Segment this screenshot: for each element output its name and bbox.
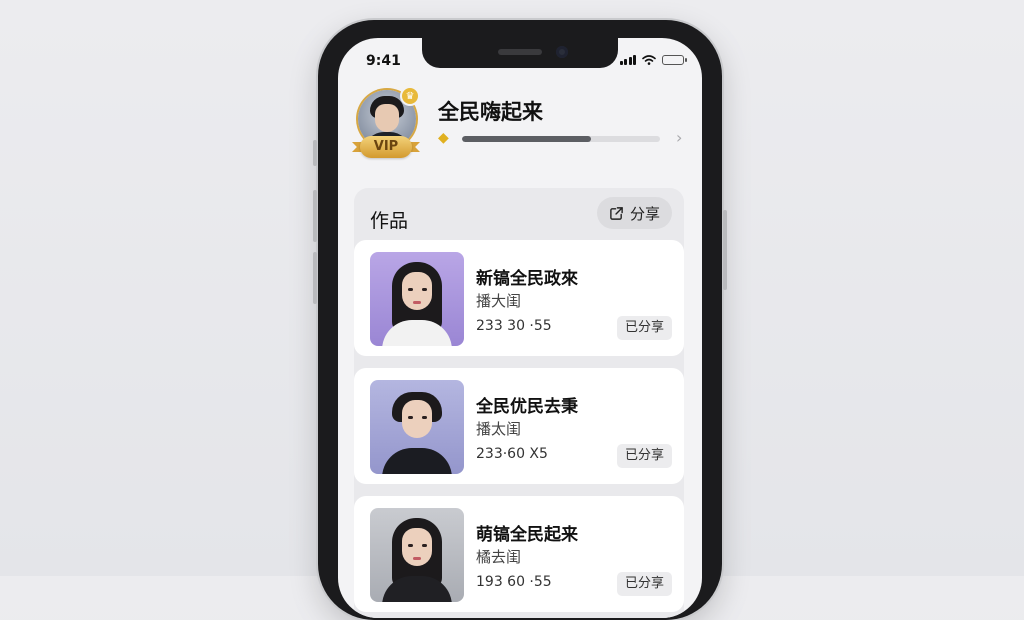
level-progress-bar	[462, 136, 660, 142]
username: 全民嗨起来	[438, 100, 543, 124]
work-meta: 233·60 X5	[476, 446, 548, 462]
work-thumbnail[interactable]	[370, 380, 464, 474]
work-thumbnail[interactable]	[370, 252, 464, 346]
avatar-group[interactable]: ♛ VIP	[352, 88, 426, 170]
work-title: 萌镐全民起来	[476, 525, 578, 545]
speaker-grille	[498, 49, 542, 55]
level-progress-fill	[462, 136, 591, 142]
work-meta: 233 30 ·55	[476, 318, 552, 334]
signal-icon	[619, 55, 636, 65]
volume-up-button	[313, 190, 317, 242]
work-subtitle: 播大闺	[476, 292, 522, 310]
shared-badge: 已分享	[616, 316, 672, 340]
crown-icon: ♛	[402, 88, 418, 104]
notch	[422, 38, 618, 68]
profile-header[interactable]: ♛ VIP 全民嗨起来 ◆ ›	[352, 88, 694, 170]
chevron-right-icon[interactable]: ›	[676, 128, 682, 147]
phone-frame: 9:41 ♛ VIP 全民嗨起来 ◆ › 作品 分享 新镐全民政來 播大闺 23…	[313, 20, 727, 620]
work-item[interactable]: 新镐全民政來 播大闺 233 30 ·55 已分享	[354, 240, 684, 356]
battery-icon	[662, 55, 687, 65]
vip-badge: VIP	[360, 136, 412, 158]
front-camera	[556, 46, 568, 58]
work-title: 新镐全民政來	[476, 269, 578, 289]
work-title: 全民优民去秉	[476, 397, 578, 417]
works-section: 作品 分享 新镐全民政來 播大闺 233 30 ·55 已分享 全民优民去秉 播…	[354, 188, 684, 618]
wifi-icon	[642, 55, 656, 65]
shared-badge: 已分享	[616, 444, 672, 468]
work-item[interactable]: 萌镐全民起来 橘去闺 193 60 ·55 已分享	[354, 496, 684, 612]
works-title: 作品	[370, 210, 409, 232]
diamond-icon: ◆	[438, 130, 449, 146]
power-button	[723, 210, 727, 290]
work-meta: 193 60 ·55	[476, 574, 552, 590]
work-item[interactable]: 全民优民去秉 播太闺 233·60 X5 已分享	[354, 368, 684, 484]
phone-screen: 9:41 ♛ VIP 全民嗨起来 ◆ › 作品 分享 新镐全民政來 播大闺 23…	[338, 38, 702, 618]
share-icon	[610, 206, 623, 220]
mute-switch	[313, 140, 317, 166]
work-subtitle: 播太闺	[476, 420, 522, 438]
work-subtitle: 橘去闺	[476, 548, 522, 566]
status-time: 9:41	[366, 53, 401, 69]
share-button[interactable]: 分享	[596, 197, 672, 229]
share-label: 分享	[629, 204, 660, 223]
status-icons	[619, 55, 687, 65]
work-thumbnail[interactable]	[370, 508, 464, 602]
volume-down-button	[313, 252, 317, 304]
